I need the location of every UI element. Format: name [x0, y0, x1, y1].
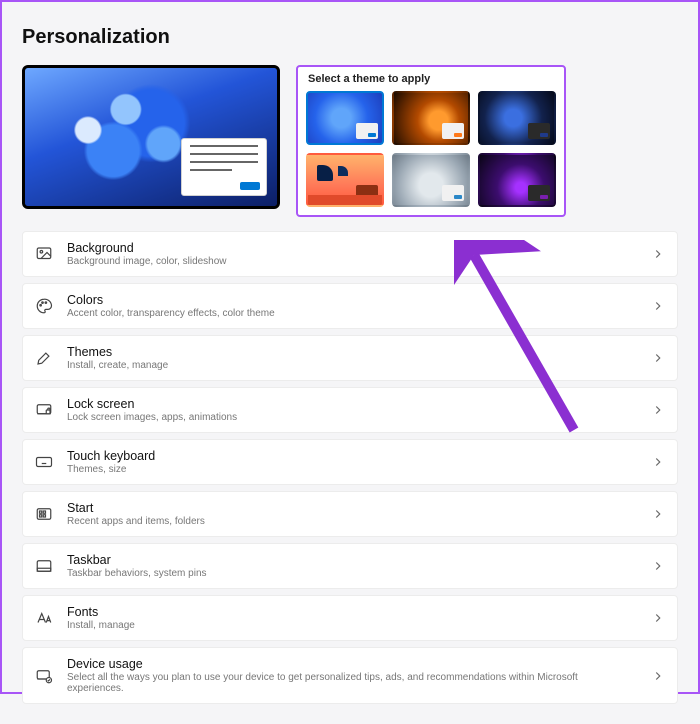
- theme-tile-0[interactable]: [306, 91, 384, 145]
- chevron-right-icon: [651, 559, 665, 573]
- settings-row-fonts[interactable]: FontsInstall, manage: [22, 595, 678, 641]
- settings-row-text: FontsInstall, manage: [67, 605, 637, 631]
- keyboard-icon: [35, 453, 53, 471]
- image-icon: [35, 245, 53, 263]
- theme-tile-1[interactable]: [392, 91, 470, 145]
- chevron-right-icon: [651, 403, 665, 417]
- settings-row-title: Touch keyboard: [67, 449, 637, 463]
- themes-grid: [306, 91, 556, 207]
- taskbar-icon: [35, 557, 53, 575]
- settings-row-text: TaskbarTaskbar behaviors, system pins: [67, 553, 637, 579]
- settings-row-subtitle: Install, create, manage: [67, 360, 637, 371]
- settings-row-text: ThemesInstall, create, manage: [67, 345, 637, 371]
- settings-row-subtitle: Recent apps and items, folders: [67, 516, 637, 527]
- theme-tile-mini: [528, 185, 550, 201]
- theme-tile-mini: [528, 123, 550, 139]
- start-icon: [35, 505, 53, 523]
- settings-row-title: Taskbar: [67, 553, 637, 567]
- settings-row-title: Fonts: [67, 605, 637, 619]
- settings-row-subtitle: Lock screen images, apps, animations: [67, 412, 637, 423]
- chevron-right-icon: [651, 611, 665, 625]
- settings-row-title: Colors: [67, 293, 637, 307]
- settings-row-subtitle: Themes, size: [67, 464, 637, 475]
- theme-tile-2[interactable]: [478, 91, 556, 145]
- theme-tile-mini: [356, 123, 378, 139]
- settings-row-title: Start: [67, 501, 637, 515]
- settings-row-subtitle: Accent color, transparency effects, colo…: [67, 308, 637, 319]
- fonts-icon: [35, 609, 53, 627]
- settings-row-start[interactable]: StartRecent apps and items, folders: [22, 491, 678, 537]
- chevron-right-icon: [651, 247, 665, 261]
- settings-row-text: ColorsAccent color, transparency effects…: [67, 293, 637, 319]
- desktop-preview: [22, 65, 280, 209]
- settings-row-title: Background: [67, 241, 637, 255]
- theme-tile-mini: [356, 185, 378, 201]
- preview-window: [181, 138, 267, 196]
- theme-tile-4[interactable]: [392, 153, 470, 207]
- themes-label: Select a theme to apply: [308, 73, 556, 85]
- theme-tile-accent: [454, 133, 462, 137]
- lock-icon: [35, 401, 53, 419]
- brush-icon: [35, 349, 53, 367]
- theme-tile-5[interactable]: [478, 153, 556, 207]
- settings-row-text: Device usageSelect all the ways you plan…: [67, 657, 637, 694]
- settings-row-title: Device usage: [67, 657, 637, 671]
- settings-row-text: Touch keyboardThemes, size: [67, 449, 637, 475]
- settings-row-device-usage[interactable]: Device usageSelect all the ways you plan…: [22, 647, 678, 704]
- theme-tile-accent: [368, 195, 376, 199]
- settings-row-background[interactable]: BackgroundBackground image, color, slide…: [22, 231, 678, 277]
- settings-row-title: Themes: [67, 345, 637, 359]
- settings-row-title: Lock screen: [67, 397, 637, 411]
- preview-window-accent: [240, 182, 260, 190]
- chevron-right-icon: [651, 455, 665, 469]
- settings-row-themes[interactable]: ThemesInstall, create, manage: [22, 335, 678, 381]
- settings-row-subtitle: Background image, color, slideshow: [67, 256, 637, 267]
- theme-tile-accent: [540, 133, 548, 137]
- settings-row-text: BackgroundBackground image, color, slide…: [67, 241, 637, 267]
- settings-row-subtitle: Install, manage: [67, 620, 637, 631]
- settings-list: BackgroundBackground image, color, slide…: [22, 231, 678, 704]
- device-icon: [35, 667, 53, 685]
- theme-tile-mini: [442, 123, 464, 139]
- chevron-right-icon: [651, 299, 665, 313]
- chevron-right-icon: [651, 669, 665, 683]
- settings-row-lock-screen[interactable]: Lock screenLock screen images, apps, ani…: [22, 387, 678, 433]
- palette-icon: [35, 297, 53, 315]
- theme-tile-accent: [454, 195, 462, 199]
- settings-row-text: Lock screenLock screen images, apps, ani…: [67, 397, 637, 423]
- page-title: Personalization: [22, 26, 678, 49]
- theme-tile-3[interactable]: [306, 153, 384, 207]
- settings-row-text: StartRecent apps and items, folders: [67, 501, 637, 527]
- theme-tile-mini: [442, 185, 464, 201]
- theme-tile-accent: [368, 133, 376, 137]
- theme-tile-accent: [540, 195, 548, 199]
- settings-row-taskbar[interactable]: TaskbarTaskbar behaviors, system pins: [22, 543, 678, 589]
- settings-row-colors[interactable]: ColorsAccent color, transparency effects…: [22, 283, 678, 329]
- settings-row-touch-keyboard[interactable]: Touch keyboardThemes, size: [22, 439, 678, 485]
- themes-panel: Select a theme to apply: [296, 65, 566, 217]
- chevron-right-icon: [651, 507, 665, 521]
- chevron-right-icon: [651, 351, 665, 365]
- settings-row-subtitle: Select all the ways you plan to use your…: [67, 672, 637, 694]
- settings-row-subtitle: Taskbar behaviors, system pins: [67, 568, 637, 579]
